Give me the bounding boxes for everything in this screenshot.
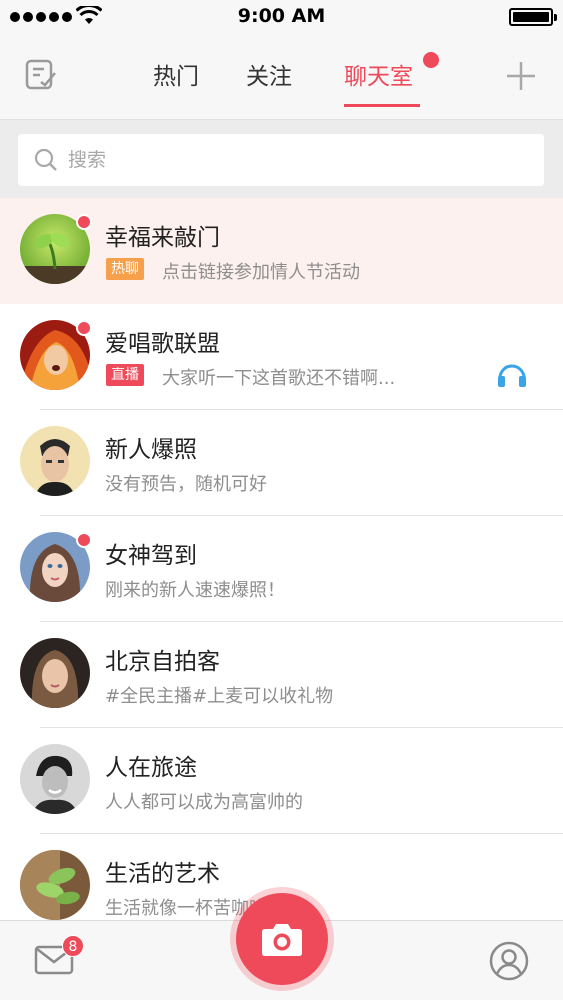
top-nav: 热门 关注 聊天室 xyxy=(0,34,563,120)
avatar xyxy=(20,850,90,920)
avatar xyxy=(20,638,90,708)
live-tag: 直播 xyxy=(106,364,144,386)
camera-button[interactable] xyxy=(236,893,328,985)
room-name: 北京自拍客 xyxy=(105,649,220,675)
room-name: 生活的艺术 xyxy=(105,861,220,887)
edit-icon[interactable] xyxy=(24,58,58,92)
room-name: 幸福来敲门 xyxy=(105,225,220,251)
list-item[interactable]: 幸福来敲门 热聊 点击链接参加情人节活动 xyxy=(0,198,563,304)
room-subtitle: 刚来的新人速速爆照！ xyxy=(105,580,285,601)
unread-dot xyxy=(76,214,92,230)
list-item[interactable]: 爱唱歌联盟 直播 大家听一下这首歌还不错啊... xyxy=(0,304,563,410)
unread-dot xyxy=(76,532,92,548)
tab-hot[interactable]: 热门 xyxy=(153,62,199,92)
search-box[interactable] xyxy=(18,134,544,186)
room-name: 爱唱歌联盟 xyxy=(105,331,220,357)
room-subtitle: 点击链接参加情人节活动 xyxy=(162,262,360,283)
battery-icon xyxy=(509,8,557,26)
room-subtitle: 大家听一下这首歌还不错啊... xyxy=(162,368,396,389)
hot-tag: 热聊 xyxy=(106,258,144,280)
list-item[interactable]: 北京自拍客 #全民主播#上麦可以收礼物 xyxy=(0,622,563,728)
list-item[interactable]: 女神驾到 刚来的新人速速爆照！ xyxy=(0,516,563,622)
tab-notification-dot xyxy=(423,52,439,68)
room-name: 人在旅途 xyxy=(105,755,197,781)
headphone-icon[interactable] xyxy=(497,360,527,388)
camera-icon xyxy=(262,924,302,956)
search-input[interactable] xyxy=(68,145,528,175)
status-bar: 9:00 AM xyxy=(0,0,563,34)
plus-icon[interactable] xyxy=(505,60,537,92)
room-name: 新人爆照 xyxy=(105,437,197,463)
room-name: 女神驾到 xyxy=(105,543,197,569)
room-subtitle: 没有预告，随机可好 xyxy=(105,474,267,495)
avatar xyxy=(20,744,90,814)
tab-follow[interactable]: 关注 xyxy=(246,62,292,92)
status-time: 9:00 AM xyxy=(237,5,326,27)
search-icon xyxy=(34,148,57,171)
list-item[interactable]: 新人爆照 没有预告，随机可好 xyxy=(0,410,563,516)
room-subtitle: #全民主播#上麦可以收礼物 xyxy=(105,686,334,707)
unread-dot xyxy=(76,320,92,336)
list-item[interactable]: 人在旅途 人人都可以成为高富帅的 xyxy=(0,728,563,834)
tab-chatroom[interactable]: 聊天室 xyxy=(344,62,413,92)
active-tab-indicator xyxy=(344,104,420,107)
profile-icon[interactable] xyxy=(489,941,529,981)
room-subtitle: 人人都可以成为高富帅的 xyxy=(105,792,303,813)
search-bar xyxy=(0,120,563,198)
avatar xyxy=(20,426,90,496)
mail-badge: 8 xyxy=(62,935,84,957)
